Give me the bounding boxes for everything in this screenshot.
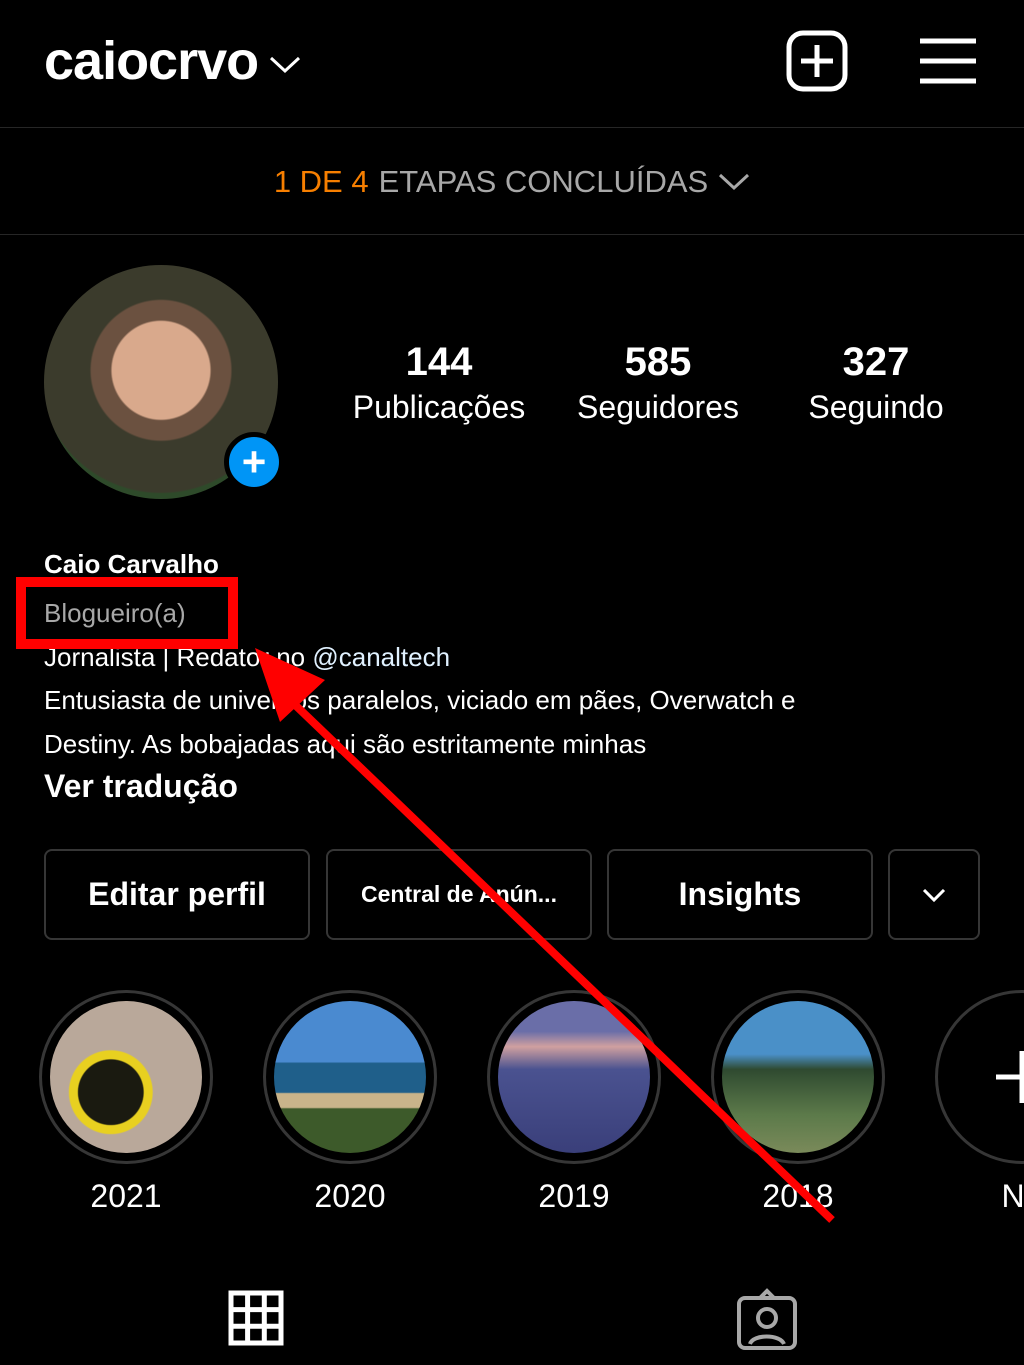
grid-tab-icon[interactable] xyxy=(228,1290,284,1346)
bio-mention-link[interactable]: @canaltech xyxy=(312,642,450,672)
account-switcher[interactable]: caiocrvo xyxy=(44,30,302,92)
highlight-label: 2021 xyxy=(90,1178,162,1214)
highlight-2020[interactable]: 2020 xyxy=(263,990,437,1215)
chevron-down-icon xyxy=(270,56,301,73)
stat-followers[interactable]: 585 Seguidores xyxy=(548,340,768,426)
steps-label: ETAPAS CONCLUÍDAS xyxy=(378,163,709,199)
bio-line-3: Destiny. As bobajadas aqui são estritame… xyxy=(44,729,647,759)
plus-square-icon[interactable] xyxy=(786,30,848,92)
stat-following[interactable]: 327 Seguindo xyxy=(766,340,986,426)
highlight-2018[interactable]: 2018 xyxy=(711,990,885,1215)
profile-category: Blogueiro(a) xyxy=(44,598,186,628)
highlight-label: 2020 xyxy=(314,1178,386,1214)
edit-profile-button[interactable]: Editar perfil xyxy=(44,849,310,940)
stat-label: Publicações xyxy=(352,389,526,425)
stat-posts[interactable]: 144 Publicações xyxy=(329,340,549,426)
highlight-label: 2018 xyxy=(762,1178,834,1214)
highlight-new[interactable]: No xyxy=(935,990,1024,1215)
username: caiocrvo xyxy=(44,31,259,91)
chevron-down-icon xyxy=(719,173,750,190)
hamburger-icon[interactable] xyxy=(920,38,976,84)
tagged-tab-icon[interactable] xyxy=(736,1288,798,1350)
stat-value: 144 xyxy=(405,340,473,384)
chevron-down-icon xyxy=(922,888,946,902)
insights-button[interactable]: Insights xyxy=(607,849,873,940)
highlight-2019[interactable]: 2019 xyxy=(487,990,661,1215)
more-options-button[interactable] xyxy=(888,849,980,940)
steps-count: 1 DE 4 xyxy=(273,163,369,199)
profile-name: Caio Carvalho xyxy=(44,549,219,579)
highlight-label: 2019 xyxy=(538,1178,610,1214)
see-translation-link[interactable]: Ver tradução xyxy=(44,764,238,808)
steps-progress[interactable]: 1 DE 4 ETAPAS CONCLUÍDAS xyxy=(0,129,1024,235)
bio-text: Jornalista | Redator no xyxy=(44,642,313,672)
stat-value: 327 xyxy=(842,340,910,384)
stat-value: 585 xyxy=(624,340,692,384)
highlight-2021[interactable]: 2021 xyxy=(39,990,213,1215)
bio-line-1: Jornalista | Redator no @canaltech xyxy=(44,635,450,679)
stat-label: Seguidores xyxy=(577,389,739,425)
plus-icon xyxy=(996,1051,1024,1103)
ad-center-button[interactable]: Central de Anún... xyxy=(326,849,592,940)
bio-line-2: Entusiasta de universos paralelos, vicia… xyxy=(44,685,796,715)
add-story-button[interactable]: + xyxy=(224,432,284,492)
highlight-label: No xyxy=(1001,1178,1024,1214)
stat-label: Seguindo xyxy=(808,389,944,425)
